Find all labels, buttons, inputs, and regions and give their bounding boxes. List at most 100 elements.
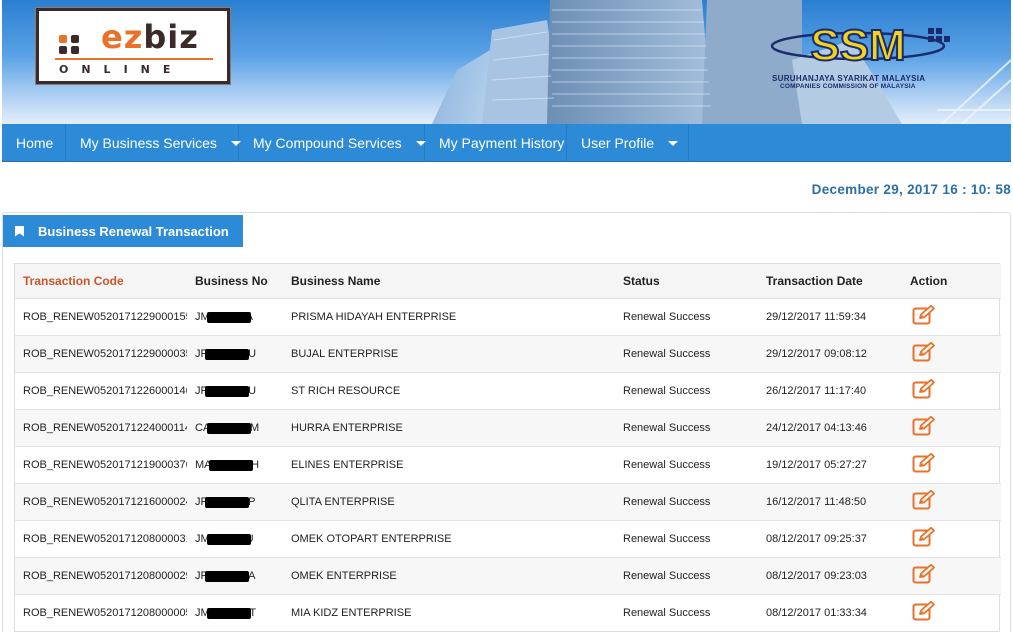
business-no-redacted: CA -M bbox=[195, 422, 259, 434]
nav-my-payment-history-label: My Payment History bbox=[439, 135, 565, 151]
cell-transaction-code: ROB_RENEW0520171208000029 bbox=[15, 557, 187, 594]
cell-date-text: 19/12/2017 05:27:27 bbox=[766, 458, 867, 471]
logo-tagline: ONLINE bbox=[59, 63, 184, 76]
edit-icon[interactable] bbox=[912, 305, 936, 325]
nav-my-business-services-label: My Business Services bbox=[80, 135, 217, 151]
table-header-row: Transaction Code Business No Business Na… bbox=[15, 264, 1001, 298]
cell-transaction-code: ROB_RENEW0520171219000376 bbox=[15, 446, 187, 483]
nav-user-profile-label: User Profile bbox=[581, 135, 655, 151]
cell-status-text: Renewal Success bbox=[623, 532, 711, 545]
edit-icon[interactable] bbox=[912, 416, 936, 436]
cell-action bbox=[902, 520, 1001, 557]
cell-status: Renewal Success bbox=[615, 372, 758, 409]
business-no-redacted: JR -P bbox=[195, 496, 255, 508]
cell-date-text: 08/12/2017 09:25:37 bbox=[766, 532, 867, 545]
cell-action bbox=[902, 594, 1001, 631]
panel-title-tab: Business Renewal Transaction bbox=[3, 215, 243, 247]
nav-my-compound-services[interactable]: My Compound Services bbox=[239, 124, 426, 162]
cell-status-text: Renewal Success bbox=[623, 421, 711, 434]
cell-code-text: ROB_RENEW0520171208000005 bbox=[23, 606, 187, 619]
cell-business-name: QLITA ENTERPRISE bbox=[283, 483, 615, 520]
table-row: ROB_RENEW0520171229000035 JR -U BUJAL ENT… bbox=[15, 335, 1001, 372]
redaction-bar bbox=[207, 607, 251, 619]
cell-transaction-date: 24/12/2017 04:13:46 bbox=[758, 409, 902, 446]
logo-underline bbox=[55, 58, 213, 60]
column-header-business-no[interactable]: Business No bbox=[187, 264, 283, 298]
cell-transaction-code: ROB_RENEW0520171224000114 bbox=[15, 409, 187, 446]
ezbiz-logo[interactable]: ezbiz ONLINE bbox=[35, 7, 231, 85]
cell-transaction-code: ROB_RENEW0520171216000024 bbox=[15, 483, 187, 520]
table-body: ROB_RENEW0520171229000155 JMA PRISMA HID… bbox=[15, 298, 1001, 631]
cell-transaction-date: 08/12/2017 09:23:03 bbox=[758, 557, 902, 594]
column-header-transaction-code[interactable]: Transaction Code bbox=[15, 264, 187, 298]
current-datetime: December 29, 2017 16 : 10: 58 bbox=[811, 182, 1011, 197]
edit-icon[interactable] bbox=[912, 490, 936, 510]
edit-icon[interactable] bbox=[912, 453, 936, 473]
cell-status-text: Renewal Success bbox=[623, 569, 711, 582]
cell-code-text: ROB_RENEW0520171226000146 bbox=[23, 384, 187, 397]
edit-icon[interactable] bbox=[912, 601, 936, 621]
cell-business-no: JMU bbox=[187, 520, 283, 557]
business-no-redacted: JM-T bbox=[195, 607, 256, 619]
edit-icon[interactable] bbox=[912, 564, 936, 584]
cell-transaction-code: ROB_RENEW0520171226000146 bbox=[15, 372, 187, 409]
table-row: ROB_RENEW0520171226000146 JR -U ST RICH R… bbox=[15, 372, 1001, 409]
redaction-bar bbox=[205, 570, 249, 582]
nav-my-business-services[interactable]: My Business Services bbox=[66, 124, 241, 162]
cell-business-name: HURRA ENTERPRISE bbox=[283, 409, 615, 446]
cell-date-text: 08/12/2017 01:33:34 bbox=[766, 606, 867, 619]
business-renewal-panel: Business Renewal Transaction Transaction… bbox=[2, 212, 1011, 632]
cell-status: Renewal Success bbox=[615, 409, 758, 446]
cell-business-no: JR -U bbox=[187, 372, 283, 409]
ssm-name-malay: SURUHANJAYA SYARIKAT MALAYSIA bbox=[772, 74, 926, 83]
redaction-bar bbox=[207, 311, 251, 323]
cell-name-text: ST RICH RESOURCE bbox=[291, 384, 401, 397]
logo-wordmark: ezbiz bbox=[101, 18, 199, 56]
cell-name-text: OMEK ENTERPRISE bbox=[291, 569, 397, 582]
nav-user-profile[interactable]: User Profile bbox=[567, 124, 689, 162]
cell-transaction-code: ROB_RENEW0520171229000155 bbox=[15, 298, 187, 335]
redaction-bar bbox=[205, 385, 249, 397]
column-header-action: Action bbox=[910, 273, 948, 288]
cell-date-text: 08/12/2017 09:23:03 bbox=[766, 569, 867, 582]
transactions-table: Transaction Code Business No Business Na… bbox=[15, 264, 1001, 631]
edit-icon[interactable] bbox=[912, 527, 936, 547]
cell-status: Renewal Success bbox=[615, 594, 758, 631]
table-row: ROB_RENEW0520171216000024 JR -P QLITA ENT… bbox=[15, 483, 1001, 520]
cell-action bbox=[902, 483, 1001, 520]
nav-my-payment-history[interactable]: My Payment History bbox=[425, 124, 567, 162]
redaction-bar bbox=[205, 348, 249, 360]
cell-name-text: BUJAL ENTERPRISE bbox=[291, 347, 399, 360]
column-header-status[interactable]: Status bbox=[615, 264, 758, 298]
cell-transaction-date: 26/12/2017 11:17:40 bbox=[758, 372, 902, 409]
cell-business-no: JR -A bbox=[187, 557, 283, 594]
cell-business-no: JMA bbox=[187, 298, 283, 335]
cell-status: Renewal Success bbox=[615, 335, 758, 372]
cell-date-text: 29/12/2017 09:08:12 bbox=[766, 347, 867, 360]
cell-status-text: Renewal Success bbox=[623, 458, 711, 471]
header-banner: ezbiz ONLINE SSM SURUHANJAYA SYARIKAT MA… bbox=[2, 0, 1011, 124]
table-row: ROB_RENEW0520171208000005 JM-T MIA KIDZ … bbox=[15, 594, 1001, 631]
column-header-transaction-date[interactable]: Transaction Date bbox=[758, 264, 902, 298]
cell-transaction-code: ROB_RENEW0520171208000005 bbox=[15, 594, 187, 631]
table-row: ROB_RENEW0520171229000155 JMA PRISMA HID… bbox=[15, 298, 1001, 335]
edit-icon[interactable] bbox=[912, 342, 936, 362]
nav-home[interactable]: Home bbox=[2, 124, 66, 162]
app-root: ezbiz ONLINE SSM SURUHANJAYA SYARIKAT MA… bbox=[0, 0, 1013, 632]
cell-date-text: 29/12/2017 11:59:34 bbox=[766, 310, 867, 323]
cell-status: Renewal Success bbox=[615, 520, 758, 557]
cell-business-name: OMEK OTOPART ENTERPRISE bbox=[283, 520, 615, 557]
edit-icon[interactable] bbox=[912, 379, 936, 399]
cell-status-text: Renewal Success bbox=[623, 495, 711, 508]
cell-status-text: Renewal Success bbox=[623, 310, 711, 323]
column-header-business-name[interactable]: Business Name bbox=[283, 264, 615, 298]
cell-date-text: 16/12/2017 11:48:50 bbox=[766, 495, 867, 508]
cell-business-name: ELINES ENTERPRISE bbox=[283, 446, 615, 483]
cell-status: Renewal Success bbox=[615, 483, 758, 520]
cell-business-name: BUJAL ENTERPRISE bbox=[283, 335, 615, 372]
cell-status-text: Renewal Success bbox=[623, 606, 711, 619]
cell-business-name: PRISMA HIDAYAH ENTERPRISE bbox=[283, 298, 615, 335]
redaction-bar bbox=[205, 496, 249, 508]
cell-code-text: ROB_RENEW0520171216000024 bbox=[23, 495, 187, 508]
cell-name-text: QLITA ENTERPRISE bbox=[291, 495, 395, 508]
